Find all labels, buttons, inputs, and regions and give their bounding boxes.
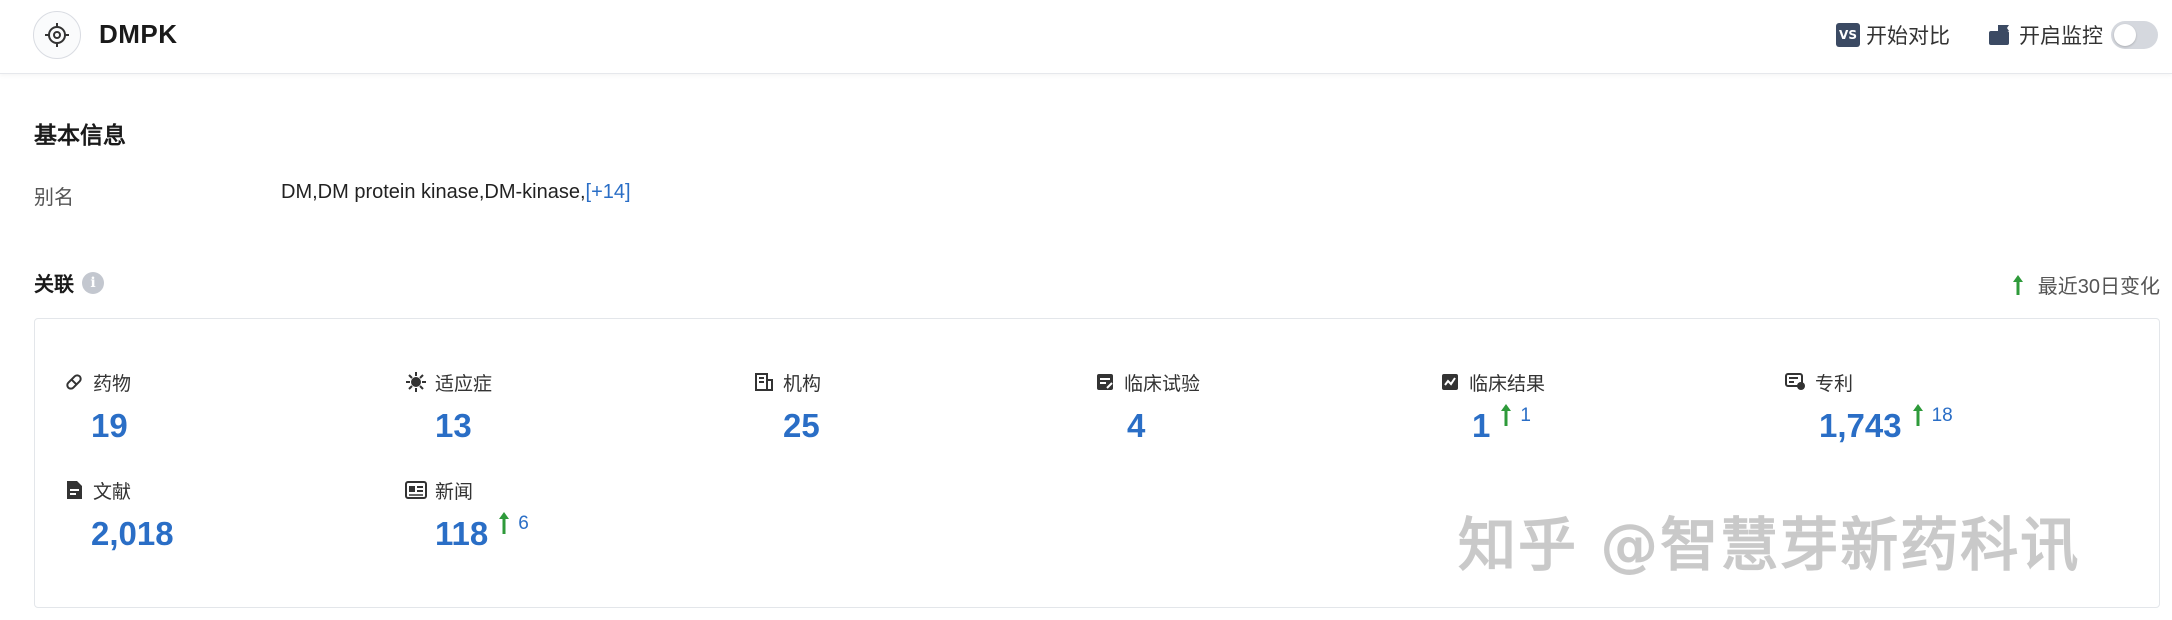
basic-info-title: 基本信息 — [34, 122, 126, 148]
stat-delta: 1 — [1500, 403, 1531, 427]
clinical-result-icon — [1439, 371, 1461, 393]
clinical-trial-icon — [1094, 371, 1116, 393]
news-icon — [405, 479, 427, 501]
watermark: 知乎 @智慧芽新药科讯 — [1458, 511, 2081, 579]
virus-icon — [405, 371, 427, 393]
monitor-label: 开启监控 — [2019, 25, 2103, 48]
pill-icon — [63, 371, 85, 393]
stat-label: 临床试验 — [1124, 373, 1201, 395]
patent-icon — [1785, 371, 1807, 393]
alias-label: 别名 — [34, 187, 74, 209]
vs-icon: VS — [1836, 23, 1860, 47]
up-arrow-icon — [1912, 404, 1923, 426]
recent-change-legend: 最近30日变化 — [2012, 270, 2160, 299]
monitor-flag-icon — [1989, 25, 2009, 45]
target-logo-icon — [33, 11, 81, 59]
stat-clinical-results[interactable]: 临床结果 1 1 — [1439, 369, 1545, 442]
stat-delta: 6 — [498, 511, 529, 535]
association-title: 关联 — [34, 274, 74, 296]
stat-value[interactable]: 25 — [783, 409, 820, 442]
stat-clinical-trials[interactable]: 临床试验 4 — [1094, 369, 1200, 442]
stat-label: 临床结果 — [1469, 373, 1546, 395]
stat-label: 文献 — [93, 481, 132, 503]
up-arrow-icon — [499, 512, 510, 534]
stat-news[interactable]: 新闻 118 6 — [405, 477, 529, 550]
building-icon — [753, 371, 775, 393]
stat-value[interactable]: 19 — [91, 409, 128, 442]
monitor-control: 开启监控 — [1987, 20, 2158, 50]
stat-label: 新闻 — [435, 481, 474, 503]
stat-label: 药物 — [93, 373, 132, 395]
alias-more-link[interactable]: [+14] — [586, 181, 631, 203]
stat-indications[interactable]: 适应症 13 — [405, 369, 492, 442]
toggle-knob — [2114, 24, 2136, 46]
top-header: DMPK VS 开始对比 开启监控 — [0, 0, 2172, 74]
stat-value[interactable]: 1 — [1472, 409, 1490, 442]
start-compare-label: 开始对比 — [1866, 25, 1950, 48]
stat-patents[interactable]: 专利 1,743 18 — [1785, 369, 1953, 442]
recent-change-label: 最近30日变化 — [2037, 276, 2160, 298]
alias-value-row: DM,DM protein kinase,DM-kinase,[+14] — [281, 181, 631, 204]
association-header: 关联 i — [34, 268, 104, 297]
stat-value[interactable]: 2,018 — [91, 517, 174, 550]
alias-value: DM,DM protein kinase,DM-kinase, — [281, 181, 586, 203]
stat-organizations[interactable]: 机构 25 — [753, 369, 821, 442]
stat-delta-value: 18 — [1931, 405, 1953, 426]
document-icon — [63, 479, 85, 501]
stat-delta-value: 6 — [518, 513, 529, 534]
stat-label: 专利 — [1815, 373, 1854, 395]
up-arrow-icon — [2012, 274, 2023, 295]
start-compare-button[interactable]: VS 开始对比 — [1836, 20, 1950, 50]
stat-drugs[interactable]: 药物 19 — [63, 369, 131, 442]
stat-value[interactable]: 1,743 — [1819, 409, 1902, 442]
up-arrow-icon — [1501, 404, 1512, 426]
stat-value[interactable]: 4 — [1127, 409, 1145, 442]
info-icon[interactable]: i — [82, 271, 104, 294]
stat-value[interactable]: 118 — [435, 517, 488, 550]
stat-label: 机构 — [783, 373, 822, 395]
stat-literature[interactable]: 文献 2,018 — [63, 477, 174, 550]
stat-delta: 18 — [1912, 403, 1953, 427]
stat-label: 适应症 — [435, 373, 493, 395]
stat-delta-value: 1 — [1520, 405, 1531, 426]
stat-value[interactable]: 13 — [435, 409, 472, 442]
page-title: DMPK — [99, 19, 178, 49]
monitor-toggle[interactable] — [2111, 21, 2158, 49]
